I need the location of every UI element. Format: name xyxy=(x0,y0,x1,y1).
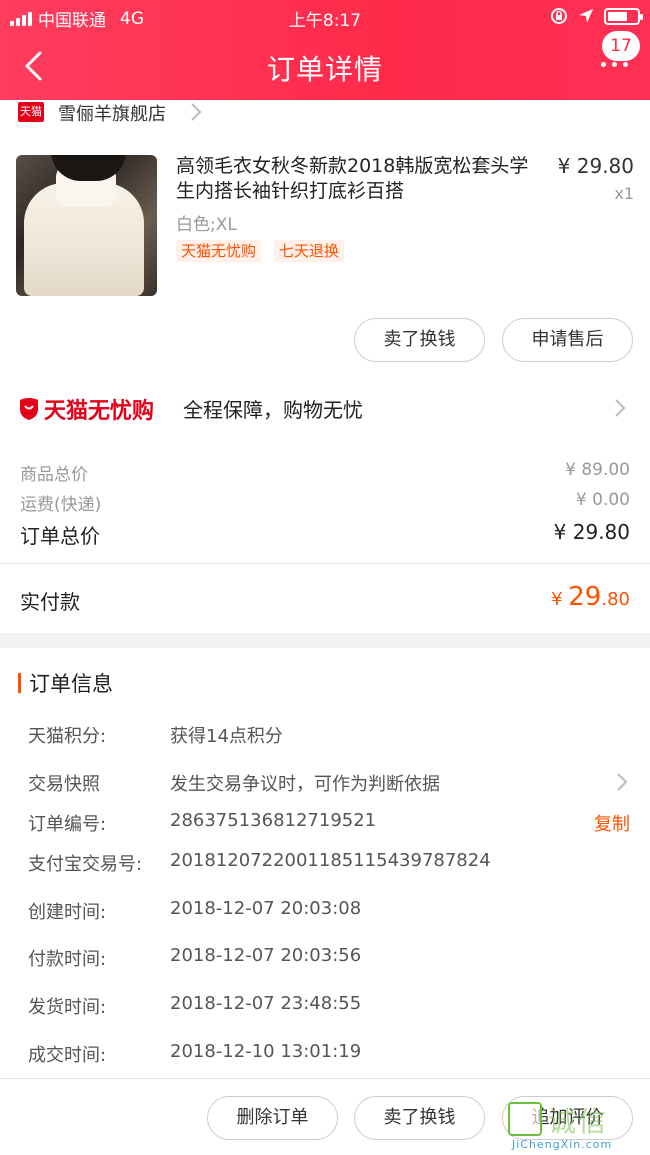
watermark-text: 诚信 xyxy=(548,1105,609,1138)
goods-total-row: 商品总价 ¥ 89.00 xyxy=(20,460,630,485)
paid-integer: 29 xyxy=(568,582,602,612)
tmall-worry-free-logo: 天猫无忧购 xyxy=(18,393,154,425)
info-value: 2018120722001185115439787824 xyxy=(170,850,491,871)
more-menu-icon[interactable] xyxy=(601,62,628,67)
info-label: 成交时间: xyxy=(28,1045,107,1066)
shield-icon xyxy=(20,398,38,420)
chevron-right-icon xyxy=(615,399,626,417)
info-value: 2018-12-10 13:01:19 xyxy=(170,1041,362,1062)
info-value: 286375136812719521 xyxy=(170,810,377,831)
chevron-right-icon xyxy=(191,103,202,121)
info-value: 发生交易争议时，可作为判断依据 xyxy=(170,774,440,795)
product-sku: 白色;XL xyxy=(176,215,237,235)
paid-amount-row: 实付款 ¥ 29.80 xyxy=(0,563,650,633)
notch-pointer xyxy=(576,549,604,563)
product-image[interactable] xyxy=(16,155,157,296)
message-badge[interactable]: 17 xyxy=(602,31,640,61)
info-value: 获得14点积分 xyxy=(170,726,283,747)
orientation-lock-icon xyxy=(551,8,567,24)
delete-order-button[interactable]: 删除订单 xyxy=(207,1096,338,1140)
paid-currency: ¥ xyxy=(551,589,569,610)
paid-amount: ¥ 29.80 xyxy=(551,582,630,612)
info-value: 2018-12-07 20:03:08 xyxy=(170,898,362,919)
goods-total-label: 商品总价 xyxy=(20,465,88,485)
paid-decimal: .80 xyxy=(601,589,630,610)
sell-for-cash-bottom-button[interactable]: 卖了换钱 xyxy=(354,1096,485,1140)
copy-button[interactable]: 复制 xyxy=(594,810,630,836)
info-label: 支付宝交易号: xyxy=(28,854,143,875)
tag-worry-free: 天猫无忧购 xyxy=(176,240,262,262)
product-title[interactable]: 高领毛衣女秋冬新款2018韩版宽松套头学生内搭长袖针织打底衫百搭 xyxy=(176,154,541,204)
info-label: 创建时间: xyxy=(28,902,107,923)
order-total-label: 订单总价 xyxy=(20,524,100,548)
shop-name[interactable]: 雪俪羊旗舰店 xyxy=(58,100,166,126)
info-label: 发货时间: xyxy=(28,997,107,1018)
info-value: 2018-12-07 20:03:56 xyxy=(170,945,362,966)
chevron-right-icon xyxy=(617,773,628,791)
order-total-row: 订单总价 ¥ 29.80 xyxy=(20,520,630,549)
header-bar: 中国联通 4G 上午8:17 订单详情 17 xyxy=(0,0,650,100)
info-label: 天猫积分: xyxy=(28,726,107,747)
order-info-section: 订单信息 天猫积分: 获得14点积分 交易快照 发生交易争议时，可作为判断依据 … xyxy=(0,648,650,1078)
shop-row[interactable]: 天猫 雪俪羊旗舰店 xyxy=(0,100,650,126)
goods-total-value: ¥ 89.00 xyxy=(565,460,630,480)
sell-for-cash-button[interactable]: 卖了换钱 xyxy=(354,318,485,362)
guarantee-row[interactable]: 天猫无忧购 全程保障，购物无忧 xyxy=(0,364,650,450)
guarantee-logo-text: 天猫无忧购 xyxy=(44,399,155,424)
status-bar: 中国联通 4G 上午8:17 xyxy=(0,6,650,31)
paid-label: 实付款 xyxy=(20,590,80,614)
tag-seven-day-return: 七天退换 xyxy=(274,240,345,262)
price-summary: 商品总价 ¥ 89.00 运费(快递) ¥ 0.00 订单总价 ¥ 29.80 xyxy=(0,450,650,563)
shipping-value: ¥ 0.00 xyxy=(575,490,630,510)
watermark-logo-icon xyxy=(508,1102,542,1136)
product-price: ¥ 29.80 xyxy=(557,154,634,178)
order-info-title: 订单信息 xyxy=(29,672,113,696)
info-label: 付款时间: xyxy=(28,949,107,970)
info-label: 订单编号: xyxy=(28,814,107,835)
info-value: 2018-12-07 23:48:55 xyxy=(170,993,362,1014)
page-title: 订单详情 xyxy=(266,53,383,86)
site-watermark: 诚信 JiChengXin.com xyxy=(508,1100,642,1152)
tmall-shop-logo: 天猫 xyxy=(18,102,44,122)
info-label: 交易快照 xyxy=(28,774,100,795)
guarantee-text: 全程保障，购物无忧 xyxy=(183,398,363,422)
location-icon xyxy=(579,9,593,23)
order-total-value: ¥ 29.80 xyxy=(553,520,630,544)
order-info-heading: 订单信息 xyxy=(18,668,113,698)
shipping-row: 运费(快递) ¥ 0.00 xyxy=(20,490,630,515)
watermark-url: JiChengXin.com xyxy=(512,1138,613,1151)
product-quantity: x1 xyxy=(614,184,634,203)
battery-icon xyxy=(604,7,643,25)
shipping-label: 运费(快递) xyxy=(20,495,102,515)
product-card[interactable]: 高领毛衣女秋冬新款2018韩版宽松套头学生内搭长袖针织打底衫百搭 ¥ 29.80… xyxy=(0,124,650,364)
after-sales-button[interactable]: 申请售后 xyxy=(502,318,633,362)
